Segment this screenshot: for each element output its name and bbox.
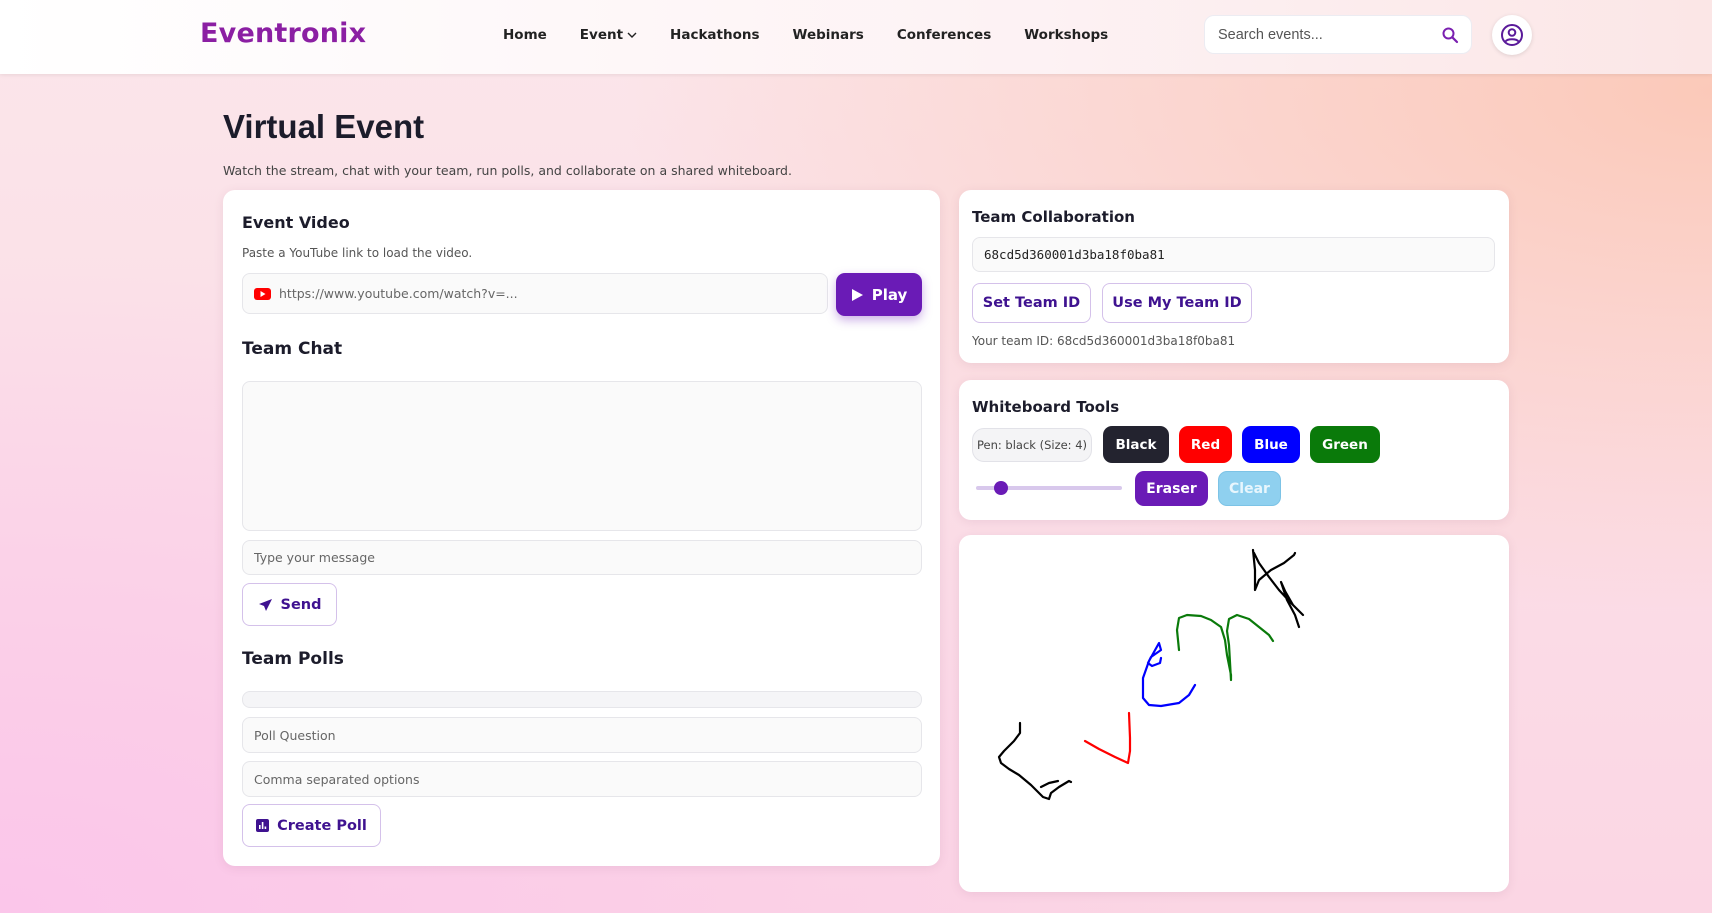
team-collaboration-title: Team Collaboration: [972, 208, 1135, 226]
pen-status-badge: Pen: black (Size: 4): [972, 428, 1092, 462]
chevron-down-icon: [627, 32, 637, 38]
team-chat-title: Team Chat: [242, 339, 343, 359]
whiteboard-tools-title: Whiteboard Tools: [972, 398, 1120, 416]
nav-workshops[interactable]: Workshops: [1024, 27, 1108, 43]
stroke-black-e: [997, 721, 1073, 801]
use-my-team-id-label: Use My Team ID: [1112, 295, 1242, 311]
page-subtitle: Watch the stream, chat with your team, r…: [223, 163, 792, 178]
team-id-field: [972, 237, 1495, 272]
send-button-label: Send: [280, 596, 322, 613]
team-polls-title: Team Polls: [242, 649, 344, 669]
brand-logo[interactable]: Eventronix: [200, 18, 366, 49]
nav-webinars-label: Webinars: [792, 27, 864, 43]
whiteboard-canvas[interactable]: [959, 535, 1509, 892]
nav-workshops-label: Workshops: [1024, 27, 1109, 43]
send-message-button[interactable]: Send: [242, 583, 337, 626]
stroke-black-t: [1251, 548, 1305, 629]
whiteboard-drawing: [997, 548, 1305, 801]
user-circle-icon: [1501, 24, 1523, 46]
use-my-team-id-button[interactable]: Use My Team ID: [1102, 283, 1252, 323]
event-video-hint: Paste a YouTube link to load the video.: [242, 246, 473, 260]
poll-question-input[interactable]: [254, 727, 921, 743]
set-team-id-button[interactable]: Set Team ID: [972, 283, 1091, 323]
stroke-green-n: [1175, 613, 1275, 682]
play-button-label: Play: [871, 285, 908, 304]
page-title: Virtual Event: [223, 108, 425, 145]
nav-event-label: Event: [579, 27, 624, 43]
youtube-url-field: [242, 273, 828, 314]
poll-question-field: [242, 717, 922, 753]
search-box: [1204, 15, 1472, 54]
eraser-button[interactable]: Eraser: [1135, 471, 1208, 506]
color-blue-button[interactable]: Blue: [1242, 426, 1300, 463]
clear-button[interactable]: Clear: [1218, 471, 1281, 506]
play-icon: [851, 288, 863, 301]
poll-options-input[interactable]: [254, 771, 921, 787]
event-video-title: Event Video: [242, 213, 350, 232]
nav-home[interactable]: Home: [503, 27, 547, 43]
pen-size-slider[interactable]: [976, 481, 1122, 495]
set-team-id-label: Set Team ID: [982, 295, 1081, 311]
search-icon[interactable]: [1441, 26, 1459, 44]
bar-chart-icon: [256, 819, 270, 832]
main-nav: Home Event Hackathons Webinars Conferenc…: [503, 27, 1141, 43]
color-black-button[interactable]: Black: [1103, 426, 1169, 463]
chat-message-input[interactable]: [254, 550, 921, 565]
color-green-button[interactable]: Green: [1310, 426, 1380, 463]
create-poll-label: Create Poll: [277, 817, 367, 834]
paper-plane-icon: [258, 598, 272, 611]
color-red-button[interactable]: Red: [1179, 426, 1232, 463]
nav-conferences-label: Conferences: [896, 27, 992, 43]
team-id-input[interactable]: [984, 247, 1494, 262]
stroke-blue-e: [1141, 641, 1197, 708]
poll-options-field: [242, 761, 922, 797]
play-button[interactable]: Play: [836, 273, 922, 316]
pen-size-slider-handle[interactable]: [994, 481, 1008, 495]
youtube-url-input[interactable]: [279, 286, 827, 301]
top-navbar: Eventronix Home Event Hackathons Webinar…: [0, 0, 1712, 74]
your-team-id-text: Your team ID: 68cd5d360001d3ba18f0ba81: [972, 334, 1236, 348]
create-poll-button[interactable]: Create Poll: [242, 804, 381, 847]
nav-hackathons[interactable]: Hackathons: [670, 27, 759, 43]
nav-hackathons-label: Hackathons: [670, 27, 760, 43]
nav-conferences[interactable]: Conferences: [897, 27, 991, 43]
youtube-icon: [254, 287, 271, 300]
nav-event-dropdown[interactable]: Event: [580, 27, 637, 43]
chat-message-field: [242, 540, 922, 575]
nav-home-label: Home: [503, 27, 547, 43]
chat-messages-area[interactable]: [242, 381, 922, 531]
stroke-red-v: [1083, 711, 1132, 765]
user-avatar-button[interactable]: [1492, 15, 1532, 55]
search-input[interactable]: [1218, 26, 1438, 43]
polls-list: [242, 691, 922, 708]
nav-webinars[interactable]: Webinars: [793, 27, 864, 43]
